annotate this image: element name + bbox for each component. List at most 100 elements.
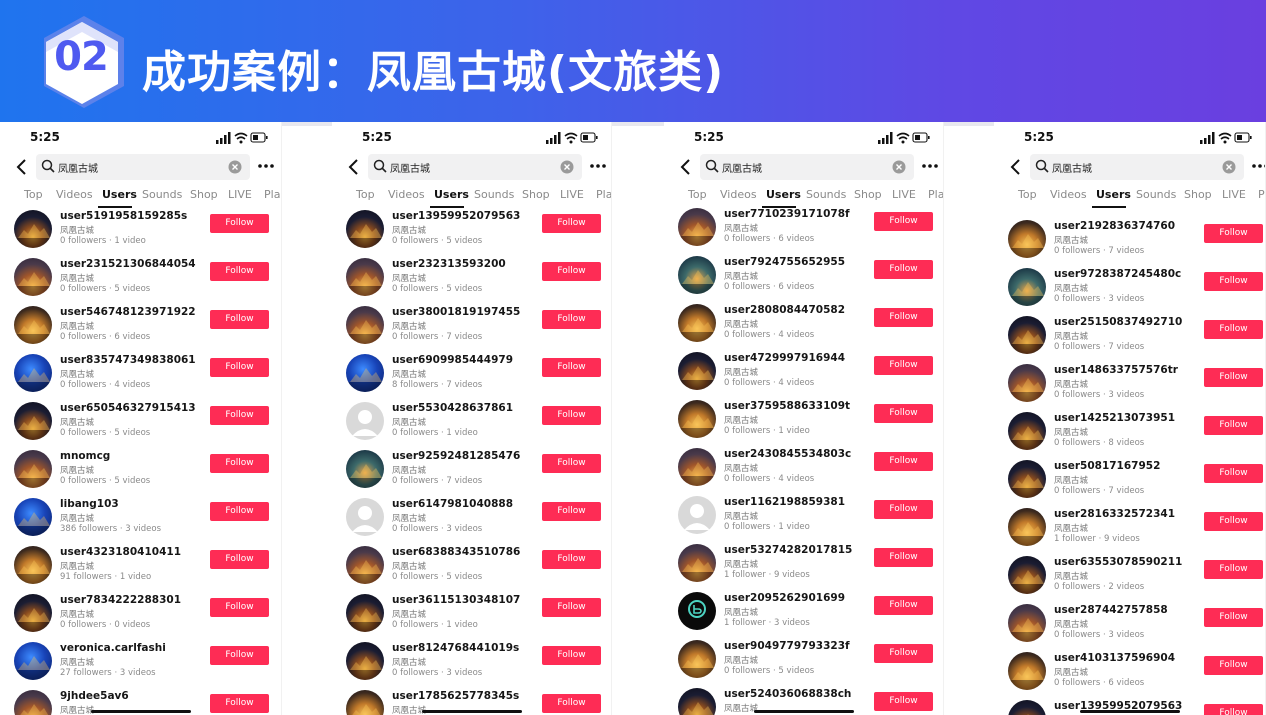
avatar[interactable] xyxy=(346,642,384,680)
user-row[interactable]: user1162198859381 凤凰古城 0 followers · 1 vid… xyxy=(664,496,944,544)
user-row[interactable]: user4323180410411 凤凰古城 91 followers · 1 vi… xyxy=(0,546,282,594)
user-row[interactable]: libang103 凤凰古城 386 followers · 3 videos Fol… xyxy=(0,498,282,546)
tab-live[interactable]: LIVE xyxy=(892,188,916,201)
user-row[interactable]: user2192836374760 凤凰古城 0 followers · 7 vid… xyxy=(994,220,1266,268)
back-arrow-icon[interactable] xyxy=(344,156,364,178)
tab-top[interactable]: Top xyxy=(24,188,43,201)
follow-button[interactable]: Follow xyxy=(210,358,269,377)
tab-top[interactable]: Top xyxy=(356,188,375,201)
avatar[interactable] xyxy=(678,400,716,438)
more-options-icon[interactable] xyxy=(588,156,608,176)
user-row[interactable]: user6147981040888 凤凰古城 0 followers · 3 vid… xyxy=(332,498,612,546)
back-arrow-icon[interactable] xyxy=(12,156,32,178)
avatar[interactable] xyxy=(14,594,52,632)
avatar[interactable] xyxy=(14,498,52,536)
follow-button[interactable]: Follow xyxy=(542,550,601,569)
user-row[interactable]: user9049779793323f 凤凰古城 0 followers · 5 vi… xyxy=(664,640,944,688)
user-row[interactable]: user546748123971922 凤凰古城 0 followers · 6 v… xyxy=(0,306,282,354)
follow-button[interactable]: Follow xyxy=(542,646,601,665)
tab-live[interactable]: LIVE xyxy=(228,188,252,201)
user-row[interactable]: user50817167952 凤凰古城 0 followers · 7 video… xyxy=(994,460,1266,508)
tab-sounds[interactable]: Sounds xyxy=(806,188,846,201)
avatar[interactable] xyxy=(678,256,716,294)
avatar[interactable] xyxy=(346,402,384,440)
tab-users[interactable]: Users xyxy=(102,188,137,201)
follow-button[interactable]: Follow xyxy=(210,406,269,425)
tab-pla[interactable]: Pla xyxy=(596,188,612,201)
follow-button[interactable]: Follow xyxy=(1204,608,1263,627)
user-row[interactable]: user68388343510786 凤凰古城 0 followers · 5 vi… xyxy=(332,546,612,594)
tab-videos[interactable]: Videos xyxy=(56,188,93,201)
tab-live[interactable]: LIVE xyxy=(560,188,584,201)
user-row[interactable]: user4729997916944 凤凰古城 0 followers · 4 vid… xyxy=(664,352,944,400)
follow-button[interactable]: Follow xyxy=(874,692,933,711)
follow-button[interactable]: Follow xyxy=(874,356,933,375)
avatar[interactable] xyxy=(346,354,384,392)
follow-button[interactable]: Follow xyxy=(542,454,601,473)
back-arrow-icon[interactable] xyxy=(1006,156,1026,178)
follow-button[interactable]: Follow xyxy=(210,598,269,617)
follow-button[interactable]: Follow xyxy=(1204,704,1263,715)
clear-icon[interactable] xyxy=(892,160,906,174)
avatar[interactable] xyxy=(346,210,384,248)
avatar[interactable] xyxy=(14,402,52,440)
follow-button[interactable]: Follow xyxy=(210,310,269,329)
user-row[interactable]: user36115130348107 凤凰古城 0 followers · 1 vi… xyxy=(332,594,612,642)
avatar[interactable] xyxy=(678,304,716,342)
avatar[interactable] xyxy=(1008,460,1046,498)
follow-button[interactable]: Follow xyxy=(1204,368,1263,387)
avatar[interactable] xyxy=(1008,316,1046,354)
avatar[interactable] xyxy=(678,208,716,246)
follow-button[interactable]: Follow xyxy=(1204,656,1263,675)
user-row[interactable]: user3759588633109t 凤凰古城 0 followers · 1 vi… xyxy=(664,400,944,448)
tab-pla[interactable]: Pla xyxy=(928,188,944,201)
tab-top[interactable]: Top xyxy=(1018,188,1037,201)
follow-button[interactable]: Follow xyxy=(1204,416,1263,435)
user-row[interactable]: user232313593200 凤凰古城 0 followers · 5 vide… xyxy=(332,258,612,306)
avatar[interactable] xyxy=(678,592,716,630)
avatar[interactable] xyxy=(1008,412,1046,450)
follow-button[interactable]: Follow xyxy=(542,358,601,377)
tab-sounds[interactable]: Sounds xyxy=(474,188,514,201)
avatar[interactable] xyxy=(14,450,52,488)
avatar[interactable] xyxy=(14,354,52,392)
clear-icon[interactable] xyxy=(560,160,574,174)
follow-button[interactable]: Follow xyxy=(874,308,933,327)
follow-button[interactable]: Follow xyxy=(542,694,601,713)
user-row[interactable]: user5530428637861 凤凰古城 0 followers · 1 vid… xyxy=(332,402,612,450)
user-row[interactable]: user8124768441019s 凤凰古城 0 followers · 3 vi… xyxy=(332,642,612,690)
tab-top[interactable]: Top xyxy=(688,188,707,201)
search-input[interactable]: 凤凰古城 xyxy=(1030,154,1244,180)
follow-button[interactable]: Follow xyxy=(542,406,601,425)
user-row[interactable]: user2095262901699 凤凰古城 1 follower · 3 vide… xyxy=(664,592,944,640)
tab-videos[interactable]: Videos xyxy=(1050,188,1087,201)
avatar[interactable] xyxy=(1008,556,1046,594)
user-row[interactable]: mnomcg 凤凰古城 0 followers · 5 videos Follow xyxy=(0,450,282,498)
user-row[interactable]: user9728387245480c 凤凰古城 0 followers · 3 vi… xyxy=(994,268,1266,316)
follow-button[interactable]: Follow xyxy=(1204,560,1263,579)
avatar[interactable] xyxy=(346,450,384,488)
avatar[interactable] xyxy=(1008,508,1046,546)
follow-button[interactable]: Follow xyxy=(542,214,601,233)
avatar[interactable] xyxy=(14,210,52,248)
follow-button[interactable]: Follow xyxy=(1204,272,1263,291)
user-row[interactable]: user1425213073951 凤凰古城 0 followers · 8 vid… xyxy=(994,412,1266,460)
avatar[interactable] xyxy=(678,448,716,486)
user-row[interactable]: user7924755652955 凤凰古城 0 followers · 6 vid… xyxy=(664,256,944,304)
avatar[interactable] xyxy=(1008,700,1046,715)
tab-pla[interactable]: Pla xyxy=(1258,188,1266,201)
tab-sounds[interactable]: Sounds xyxy=(1136,188,1176,201)
avatar[interactable] xyxy=(14,258,52,296)
back-arrow-icon[interactable] xyxy=(676,156,696,178)
follow-button[interactable]: Follow xyxy=(1204,464,1263,483)
user-row[interactable]: user231521306844054 凤凰古城 0 followers · 5 v… xyxy=(0,258,282,306)
follow-button[interactable]: Follow xyxy=(210,502,269,521)
user-row[interactable]: user63553078590211 凤凰古城 0 followers · 2 vi… xyxy=(994,556,1266,604)
avatar[interactable] xyxy=(678,544,716,582)
tab-videos[interactable]: Videos xyxy=(388,188,425,201)
avatar[interactable] xyxy=(1008,604,1046,642)
follow-button[interactable]: Follow xyxy=(210,550,269,569)
follow-button[interactable]: Follow xyxy=(1204,512,1263,531)
search-input[interactable]: 凤凰古城 xyxy=(700,154,914,180)
tab-videos[interactable]: Videos xyxy=(720,188,757,201)
